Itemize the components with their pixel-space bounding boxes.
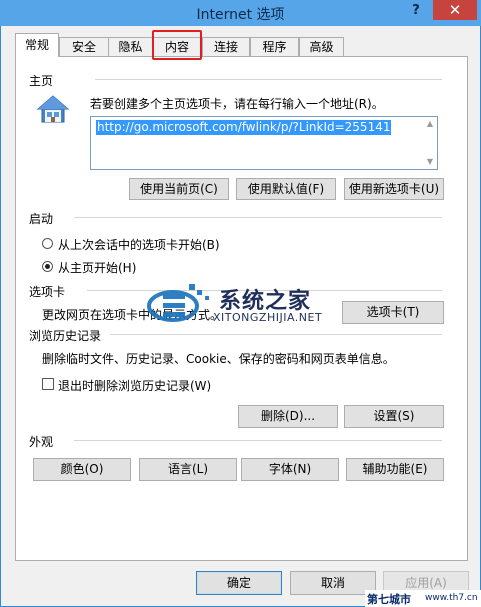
corner-watermark-site: www.th7.cn <box>425 593 478 603</box>
tabs-section-label: 选项卡 <box>29 285 66 299</box>
accessibility-button[interactable]: 辅助功能(E) <box>346 458 444 481</box>
close-button[interactable]: ✕ <box>433 0 477 20</box>
history-description: 删除临时文件、历史记录、Cookie、保存的密码和网页表单信息。 <box>42 352 395 366</box>
tab-security[interactable]: 安全 <box>59 37 109 56</box>
history-settings-button[interactable]: 设置(S) <box>344 405 444 428</box>
divider <box>74 440 442 441</box>
fonts-button[interactable]: 字体(N) <box>241 458 339 481</box>
tab-connections[interactable]: 连接 <box>202 37 250 56</box>
use-default-button[interactable]: 使用默认值(F) <box>236 178 336 200</box>
scroll-down-arrow-icon[interactable]: ▼ <box>424 157 436 167</box>
tab-programs[interactable]: 程序 <box>250 37 299 56</box>
radio-last-session[interactable] <box>42 238 53 249</box>
home-section-label: 主页 <box>29 74 54 88</box>
use-new-tab-button[interactable]: 使用新选项卡(U) <box>344 178 444 200</box>
corner-watermark: 第七城市 www.th7.cn <box>365 590 481 607</box>
appearance-section-label: 外观 <box>29 435 54 449</box>
cancel-button[interactable]: 取消 <box>290 571 376 595</box>
radio-home-page-label: 从主页开始(H) <box>58 261 137 275</box>
home-icon <box>36 95 70 123</box>
startup-section-label: 启动 <box>29 212 54 226</box>
watermark-site: XITONGZHIJIA.NET <box>213 311 323 324</box>
delete-on-exit-checkbox[interactable] <box>42 378 54 390</box>
divider <box>74 217 442 218</box>
home-instruction: 若要创建多个主页选项卡，请在每行输入一个地址(R)。 <box>90 97 384 111</box>
help-button[interactable]: ? <box>405 3 427 21</box>
colors-button[interactable]: 颜色(O) <box>33 458 131 481</box>
ok-button[interactable]: 确定 <box>196 571 282 595</box>
history-section-label: 浏览历史记录 <box>29 329 102 343</box>
divider <box>95 79 442 80</box>
delete-history-button[interactable]: 删除(D)... <box>238 405 338 428</box>
languages-button[interactable]: 语言(L) <box>139 458 237 481</box>
radio-home-page[interactable] <box>42 261 53 272</box>
radio-last-session-label: 从上次会话中的选项卡开始(B) <box>58 238 220 252</box>
content-tab-highlight <box>152 30 202 60</box>
delete-on-exit-label: 退出时删除浏览历史记录(W) <box>58 379 212 393</box>
tab-privacy[interactable]: 隐私 <box>108 37 153 56</box>
tab-advanced[interactable]: 高级 <box>299 37 344 56</box>
use-current-button[interactable]: 使用当前页(C) <box>129 178 229 200</box>
home-page-url[interactable]: http://go.microsoft.com/fwlink/p/?LinkId… <box>96 120 392 135</box>
tab-general[interactable]: 常规 <box>15 33 59 57</box>
scroll-up-arrow-icon[interactable]: ▲ <box>424 119 436 129</box>
corner-watermark-name: 第七城市 <box>367 593 411 606</box>
